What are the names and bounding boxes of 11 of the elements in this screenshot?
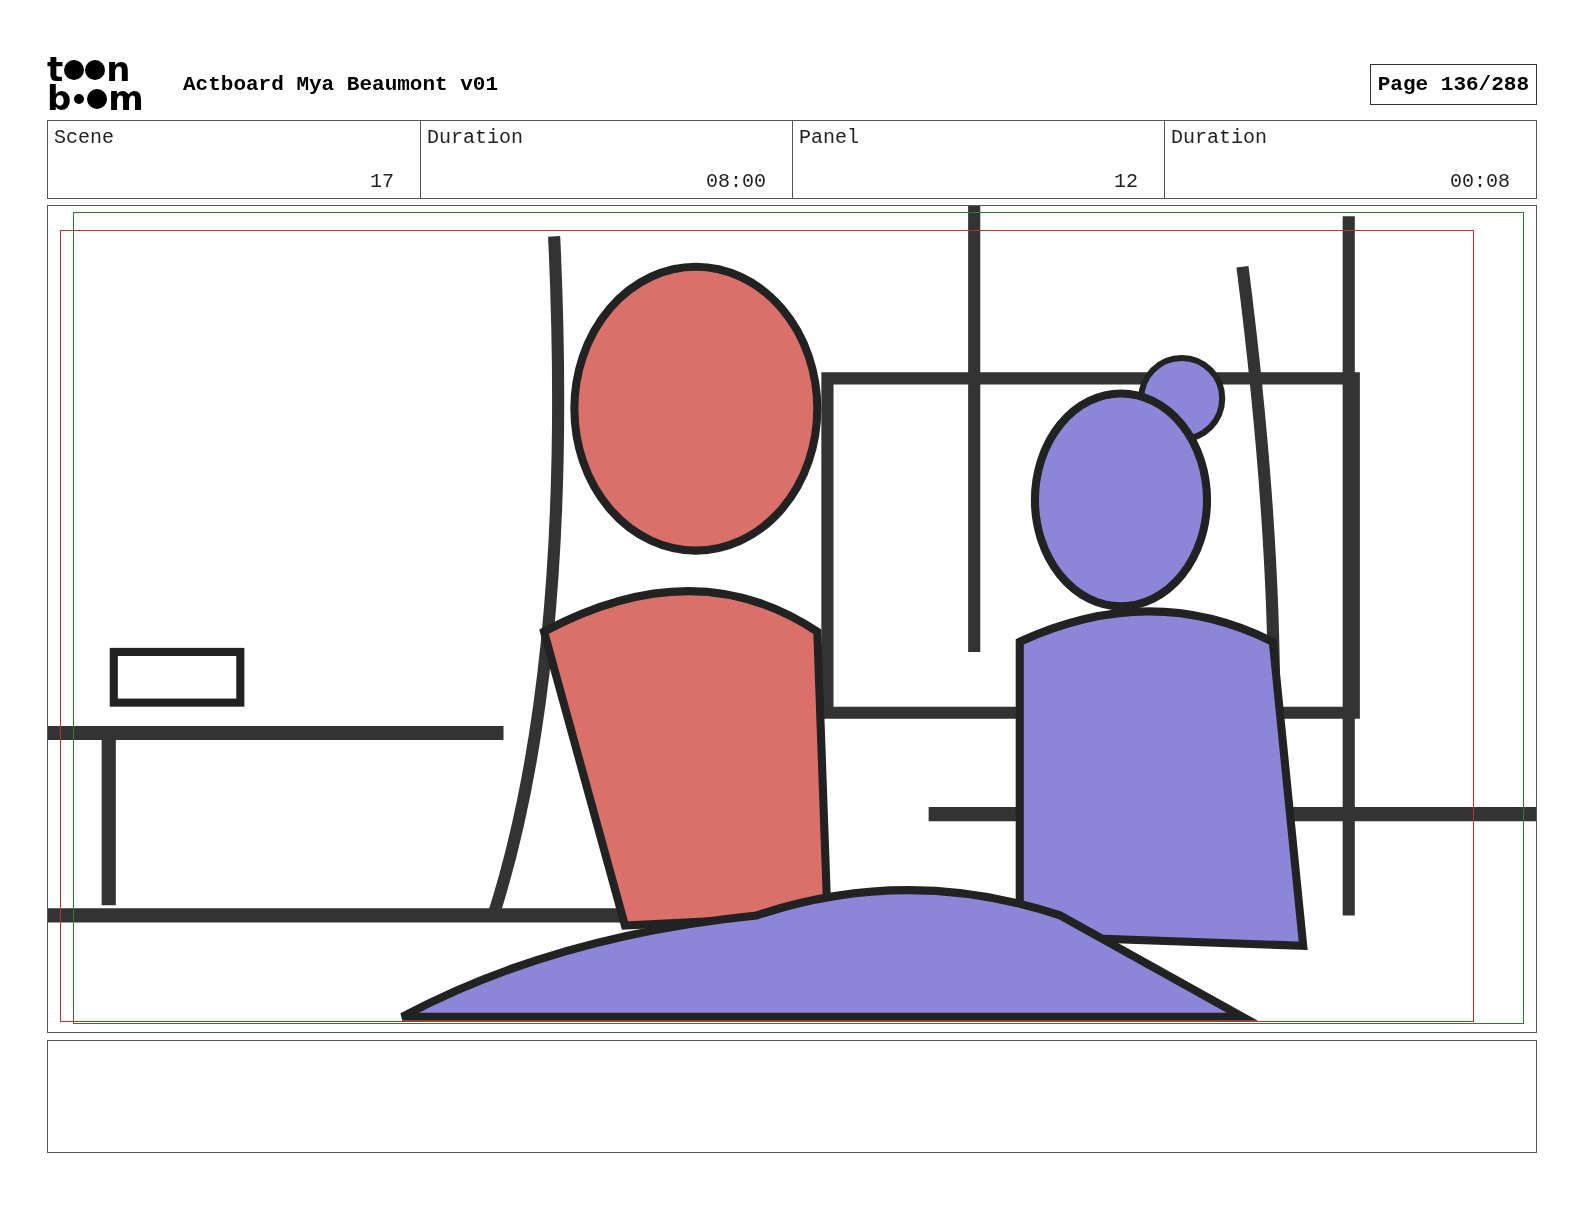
field-label: Duration — [427, 126, 524, 149]
field-label: Scene — [54, 126, 115, 149]
field-value: 08:00 — [706, 170, 766, 193]
field-value: 00:08 — [1450, 170, 1510, 193]
field-label: Panel — [799, 126, 860, 149]
field-value: 17 — [370, 170, 394, 193]
field-label: Duration — [1171, 126, 1268, 149]
logo: t n b m — [47, 55, 145, 113]
field-value: 12 — [1114, 170, 1138, 193]
document-title: Actboard Mya Beaumont v01 — [183, 72, 500, 96]
page-number: Page 136/288 — [1369, 63, 1537, 105]
